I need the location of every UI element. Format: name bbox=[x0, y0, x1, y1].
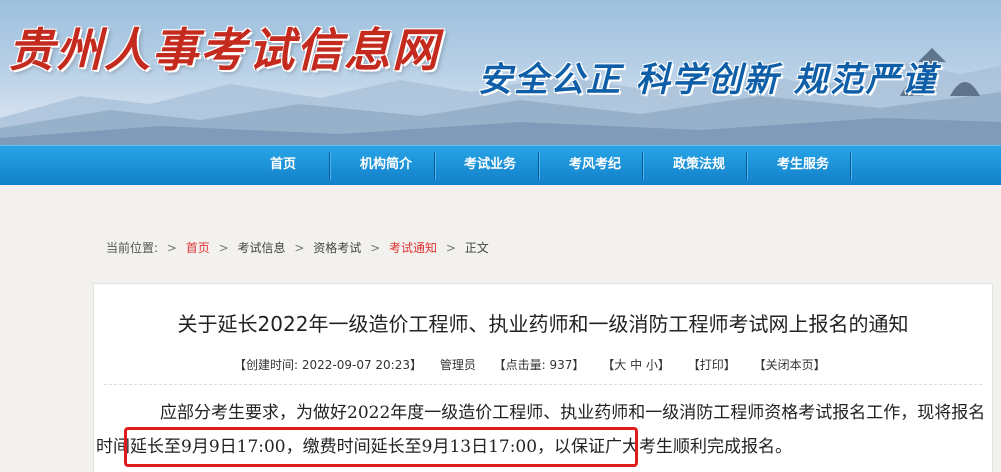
close-page-link[interactable]: 【关闭本页】 bbox=[754, 356, 826, 373]
breadcrumb-exam-notice-link[interactable]: 考试通知 bbox=[389, 241, 437, 255]
article-meta: 【创建时间: 2022-09-07 20:23】 管理员 【点击量: 937】 … bbox=[234, 356, 840, 373]
print-link[interactable]: 【打印】 bbox=[688, 356, 736, 373]
nav-item-policy[interactable]: 政策法规 bbox=[647, 146, 751, 186]
nav-item-about[interactable]: 机构简介 bbox=[334, 146, 438, 186]
nav-divider bbox=[434, 152, 436, 180]
created-time: 【创建时间: 2022-09-07 20:23】 bbox=[234, 358, 422, 372]
breadcrumb-qualification-exam[interactable]: 资格考试 bbox=[313, 239, 361, 256]
article-panel: 关于延长2022年一级造价工程师、执业药师和一级消防工程师考试网上报名的通知 【… bbox=[93, 283, 993, 472]
hit-count: 【点击量: 937】 bbox=[493, 358, 585, 372]
nav-divider bbox=[746, 152, 748, 180]
nav-item-home[interactable]: 首页 bbox=[231, 146, 335, 186]
breadcrumb-home-link[interactable]: 首页 bbox=[186, 241, 210, 255]
site-slogan: 安全公正 科学创新 规范严谨 bbox=[478, 60, 938, 100]
nav-item-candidate-service[interactable]: 考生服务 bbox=[751, 146, 855, 186]
header-banner: 贵州人事考试信息网 安全公正 科学创新 规范严谨 bbox=[0, 0, 1001, 145]
font-size-toggle[interactable]: 【大 中 小】 bbox=[602, 356, 670, 373]
breadcrumb: 当前位置: > 首页 > 考试信息 > 资格考试 > 考试通知 > 正文 bbox=[106, 239, 489, 256]
breadcrumb-prefix: 当前位置: bbox=[106, 241, 159, 255]
nav-divider bbox=[538, 152, 540, 180]
article-body: 应部分考生要求，为做好2022年度一级造价工程师、执业药师和一级消防工程师资格考… bbox=[96, 403, 986, 457]
author: 管理员 bbox=[439, 358, 476, 372]
site-title: 贵州人事考试信息网 bbox=[8, 23, 440, 77]
breadcrumb-exam-info[interactable]: 考试信息 bbox=[238, 239, 286, 256]
breadcrumb-current: 正文 bbox=[464, 241, 489, 255]
main-nav: 首页 机构简介 考试业务 考风考纪 政策法规 考生服务 bbox=[0, 145, 1001, 185]
nav-item-exam-discipline[interactable]: 考风考纪 bbox=[543, 146, 647, 186]
meta-divider bbox=[104, 384, 982, 385]
nav-divider bbox=[329, 152, 331, 180]
nav-divider bbox=[850, 152, 852, 180]
nav-item-exam-business[interactable]: 考试业务 bbox=[438, 146, 542, 186]
nav-divider bbox=[642, 152, 644, 180]
article-title: 关于延长2022年一级造价工程师、执业药师和一级消防工程师考试网上报名的通知 bbox=[177, 312, 909, 336]
